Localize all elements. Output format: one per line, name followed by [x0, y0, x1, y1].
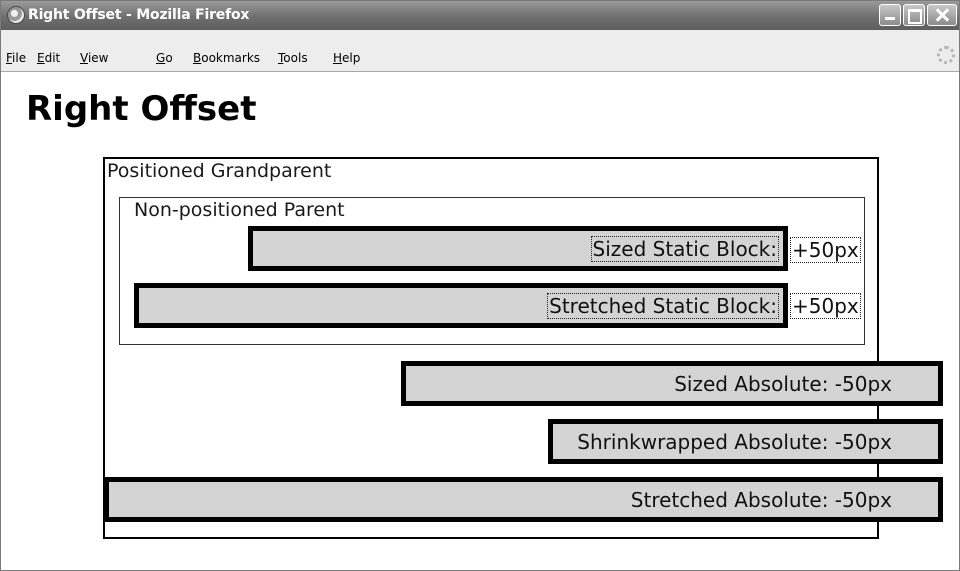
close-button[interactable] — [927, 4, 957, 26]
page-title: Right Offset — [26, 89, 257, 129]
browser-window: Right Offset - Mozilla Firefox File Edit… — [0, 0, 960, 571]
shrinkwrapped-absolute-label: Shrinkwrapped Absolute: -50px — [577, 430, 892, 454]
sized-static-block: Sized Static Block: — [248, 226, 788, 271]
minimize-icon — [880, 5, 900, 25]
menu-bar: File Edit View Go Bookmarks Tools Help — [1, 30, 959, 72]
menu-bookmarks[interactable]: Bookmarks — [193, 51, 260, 65]
close-icon — [928, 5, 956, 25]
sized-static-offset: +50px — [790, 237, 861, 263]
menu-tools[interactable]: Tools — [278, 51, 308, 65]
firefox-icon — [7, 6, 25, 24]
menu-view[interactable]: View — [80, 51, 108, 65]
stretched-absolute-label: Stretched Absolute: -50px — [630, 488, 892, 512]
sized-absolute-label: Sized Absolute: -50px — [674, 372, 892, 396]
minimize-button[interactable] — [879, 4, 901, 26]
stretched-static-block: Stretched Static Block: — [134, 283, 788, 328]
menu-go[interactable]: Go — [156, 51, 173, 65]
parent-label: Non-positioned Parent — [134, 199, 345, 221]
sized-absolute-block: Sized Absolute: -50px — [401, 361, 943, 406]
page-content: Right Offset Positioned Grandparent Non-… — [1, 72, 959, 570]
throbber-icon — [937, 46, 955, 64]
maximize-icon — [904, 5, 924, 25]
grandparent-label: Positioned Grandparent — [107, 160, 332, 182]
non-positioned-parent: Non-positioned Parent Sized Static Block… — [119, 197, 865, 345]
stretched-absolute-block: Stretched Absolute: -50px — [104, 477, 943, 522]
menu-help[interactable]: Help — [333, 51, 360, 65]
title-bar: Right Offset - Mozilla Firefox — [1, 1, 959, 30]
shrinkwrapped-absolute-block: Shrinkwrapped Absolute: -50px — [548, 419, 943, 464]
window-title: Right Offset - Mozilla Firefox — [28, 7, 250, 23]
menu-edit[interactable]: Edit — [37, 51, 60, 65]
sized-static-label: Sized Static Block: — [590, 236, 779, 262]
menu-file[interactable]: File — [6, 51, 26, 65]
stretched-static-label: Stretched Static Block: — [547, 293, 779, 319]
maximize-button[interactable] — [903, 4, 925, 26]
stretched-static-offset: +50px — [790, 293, 861, 319]
